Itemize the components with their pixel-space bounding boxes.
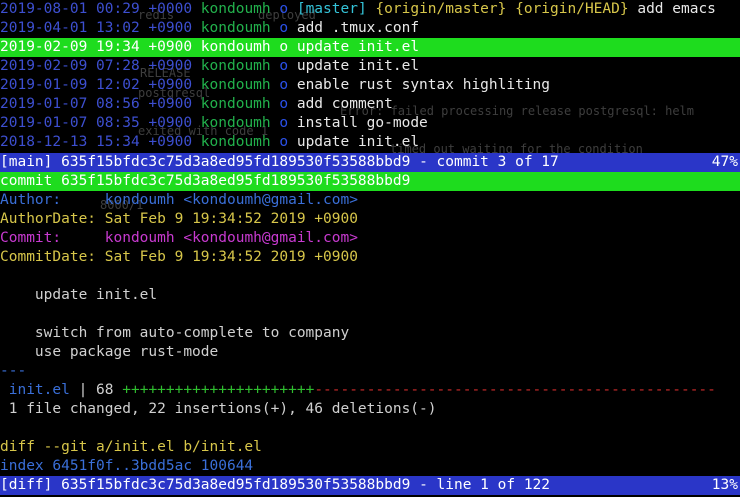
commit-author: kondoumh: [200, 39, 271, 55]
diff-separator: ---: [0, 363, 27, 379]
commit-message: add comment: [296, 96, 393, 112]
author-label: Author:: [0, 192, 62, 208]
commit-date: 2019-04-01 13:02 +0900: [0, 20, 193, 36]
status-view-name: [main]: [0, 154, 53, 170]
commit-date: 2019-01-07 08:56 +0900: [0, 96, 193, 112]
commit-subject-text: update init.el: [34, 287, 158, 303]
commit-message: update init.el: [296, 134, 420, 150]
graph-node-icon: o: [279, 39, 289, 55]
commit-message: enable rust syntax highliting: [296, 77, 551, 93]
commit-author: kondoumh: [200, 115, 271, 131]
diffstat-summary-text: 1 file changed, 22 insertions(+), 46 del…: [8, 401, 437, 417]
commit-author: kondoumh: [200, 96, 271, 112]
commitdate-line: CommitDate: Sat Feb 9 19:34:52 2019 +090…: [0, 248, 740, 267]
diff-status-bar: [diff] 635f15bfdc3c75d3a8ed95fd189530f53…: [0, 476, 740, 495]
graph-node-icon: o: [279, 58, 289, 74]
commit-date: 2019-01-07 08:35 +0900: [0, 115, 193, 131]
commit-date: 2019-02-09 07:28 +0900: [0, 58, 193, 74]
graph-node-icon: o: [279, 134, 289, 150]
commit-log-row-selected[interactable]: 2019-02-09 19:34 +0900 kondoumh o update…: [0, 38, 740, 57]
commit-log-row[interactable]: 2019-08-01 00:29 +0000 kondoumh o [maste…: [0, 0, 740, 19]
status-commit-hash: 635f15bfdc3c75d3a8ed95fd189530f53588bbd9: [61, 477, 411, 493]
commit-author: kondoumh: [200, 1, 271, 17]
graph-node-icon: o: [279, 1, 289, 17]
ref-label: {origin/HEAD}: [515, 1, 629, 17]
commit-log-row[interactable]: 2019-01-07 08:35 +0900 kondoumh o instal…: [0, 114, 740, 133]
commit-body-text: switch from auto-complete to company: [34, 325, 350, 341]
commit-message: install go-mode: [296, 115, 428, 131]
commit-body-line: switch from auto-complete to company: [0, 324, 740, 343]
commit-message: update init.el: [296, 39, 420, 55]
diffstat-file: init.el: [8, 382, 70, 398]
commit-date: 2019-08-01 00:29 +0000: [0, 1, 193, 17]
ref-label: [master]: [296, 1, 367, 17]
commitdate-value: Sat Feb 9 19:34:52 2019 +0900: [104, 249, 358, 265]
author-line: Author: kondoumh <kondoumh@gmail.com>: [0, 191, 740, 210]
graph-node-icon: o: [279, 20, 289, 36]
commit-body-text: use package rust-mode: [34, 344, 219, 360]
commit-log-row[interactable]: 2019-02-09 07:28 +0900 kondoumh o update…: [0, 57, 740, 76]
diffstat-summary: 1 file changed, 22 insertions(+), 46 del…: [0, 400, 740, 419]
diffstat-pipe: |: [78, 382, 88, 398]
status-percent: 13%: [711, 477, 738, 493]
graph-node-icon: o: [279, 115, 289, 131]
commit-date: 2019-01-09 12:02 +0900: [0, 77, 193, 93]
commit-message: update init.el: [296, 58, 420, 74]
diffstat-line: init.el | 68 ++++++++++++++++++++++-----…: [0, 381, 740, 400]
authordate-value: Sat Feb 9 19:34:52 2019 +0900: [104, 211, 358, 227]
diff-commit-line[interactable]: commit 635f15bfdc3c75d3a8ed95fd189530f53…: [0, 172, 740, 191]
authordate-line: AuthorDate: Sat Feb 9 19:34:52 2019 +090…: [0, 210, 740, 229]
commit-message: add .tmux.conf: [296, 20, 420, 36]
commit-message: add emacs: [637, 1, 716, 17]
commit-date: 2018-12-13 15:34 +0900: [0, 134, 193, 150]
authordate-label: AuthorDate:: [0, 211, 97, 227]
commit-subject: update init.el: [0, 286, 740, 305]
status-view-name: [diff]: [0, 477, 53, 493]
status-position: - commit 3 of 17: [419, 154, 559, 170]
main-status-bar: [main] 635f15bfdc3c75d3a8ed95fd189530f53…: [0, 153, 740, 172]
commit-log-row[interactable]: 2019-04-01 13:02 +0900 kondoumh o add .t…: [0, 19, 740, 38]
commit-author: kondoumh: [200, 20, 271, 36]
commit-log-row[interactable]: 2019-01-07 08:56 +0900 kondoumh o add co…: [0, 95, 740, 114]
status-percent: 47%: [711, 154, 738, 170]
diffstat-count: 68: [96, 382, 114, 398]
commit-log-row[interactable]: 2018-12-13 15:34 +0900 kondoumh o update…: [0, 133, 740, 152]
diffstat-insertions-bar: ++++++++++++++++++++++: [122, 382, 315, 398]
graph-node-icon: o: [279, 77, 289, 93]
status-position: - line 1 of 122: [419, 477, 551, 493]
committer-line: Commit: kondoumh <kondoumh@gmail.com>: [0, 229, 740, 248]
diffstat-deletions-bar: ----------------------------------------…: [314, 382, 716, 398]
commit-label: Commit:: [0, 230, 62, 246]
commit-log-row[interactable]: 2019-01-09 12:02 +0900 kondoumh o enable…: [0, 76, 740, 95]
commit-body-line: use package rust-mode: [0, 343, 740, 362]
graph-node-icon: o: [279, 96, 289, 112]
status-commit-hash: 635f15bfdc3c75d3a8ed95fd189530f53588bbd9: [61, 154, 411, 170]
author-value: kondoumh <kondoumh@gmail.com>: [104, 192, 358, 208]
commitdate-label: CommitDate:: [0, 249, 97, 265]
diff-index-line: index 6451f0f..3bdd5ac 100644: [0, 458, 254, 474]
commit-date: 2019-02-09 19:34 +0900: [0, 39, 193, 55]
commit-value: kondoumh <kondoumh@gmail.com>: [104, 230, 358, 246]
commit-author: kondoumh: [200, 134, 271, 150]
diff-git-header: diff --git a/init.el b/init.el: [0, 439, 262, 455]
commit-author: kondoumh: [200, 77, 271, 93]
ref-label: {origin/master}: [375, 1, 507, 17]
commit-author: kondoumh: [200, 58, 271, 74]
